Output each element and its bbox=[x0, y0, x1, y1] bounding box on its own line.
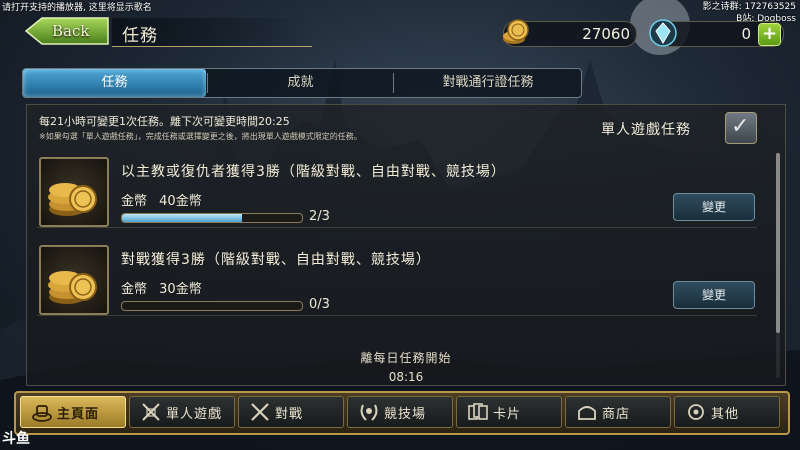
reward-value: 40金幣 bbox=[159, 194, 202, 209]
solo-mission-checkbox[interactable]: ✓ bbox=[725, 112, 757, 144]
reward-label: 金幣 bbox=[121, 194, 148, 209]
progress-fill bbox=[122, 214, 242, 222]
daily-mission-timer: 08:16 bbox=[388, 370, 424, 384]
mission-progress-bar bbox=[121, 301, 303, 311]
nav-arena[interactable]: 競技場 bbox=[347, 396, 453, 428]
mission-reward: 金幣 40金幣 bbox=[121, 190, 202, 209]
home-icon bbox=[32, 405, 52, 422]
tab-divider bbox=[393, 73, 394, 93]
player-song-note: 请打开支持的播放器, 这里将显示歌名 bbox=[2, 3, 152, 13]
gold-counter: 27060 bbox=[503, 19, 637, 47]
tab-missions[interactable]: 任務 bbox=[23, 69, 206, 97]
tab-divider bbox=[207, 73, 208, 93]
game-screen: 请打开支持的播放器, 这里将显示歌名 影之诗群: 172763525 B站: D… bbox=[0, 0, 800, 450]
title-bar: 任務 bbox=[112, 18, 312, 47]
mission-title: 對戰獲得3勝（階級對戰、自由對戰、競技場） bbox=[121, 252, 431, 268]
crystal-value: 0 bbox=[741, 25, 751, 43]
page-title: 任務 bbox=[122, 26, 158, 46]
bottom-nav: 主頁面 單人遊戲 對戰 競技場 卡片 商店 其他 bbox=[14, 391, 790, 435]
nav-solo[interactable]: 單人遊戲 bbox=[129, 396, 235, 428]
nav-label: 競技場 bbox=[384, 407, 427, 422]
gold-coins-icon bbox=[39, 245, 109, 315]
nav-label: 單人遊戲 bbox=[166, 407, 223, 422]
mission-panel: 每21小時可變更1次任務。離下次可變更時間20:25 ※如果勾選「單人遊戲任務」… bbox=[26, 104, 786, 386]
back-button[interactable]: Back bbox=[24, 17, 110, 45]
mission-progress-bar bbox=[121, 213, 303, 223]
scrollbar-thumb[interactable] bbox=[776, 153, 780, 333]
reset-timer-text: 每21小時可變更1次任務。離下次可變更時間20:25 bbox=[39, 115, 290, 128]
check-icon: ✓ bbox=[731, 114, 750, 139]
laurel-icon bbox=[360, 404, 378, 421]
tab-bar: 任務 成就 對戰通行證任務 bbox=[22, 68, 582, 98]
nav-label: 其他 bbox=[711, 407, 740, 422]
stream-logo: 斗鱼 bbox=[2, 431, 30, 447]
mission-progress-count: 0/3 bbox=[309, 297, 330, 312]
tab-battle-pass-missions[interactable]: 對戰通行證任務 bbox=[395, 69, 581, 97]
stream-group-text: 影之诗群: 172763525 bbox=[702, 2, 796, 12]
nav-other[interactable]: 其他 bbox=[674, 396, 780, 428]
crystal-counter: 0 + bbox=[649, 19, 784, 47]
crossed-swords-book-icon bbox=[142, 403, 160, 421]
back-label: Back bbox=[52, 22, 90, 40]
gold-value: 27060 bbox=[582, 25, 630, 43]
change-mission-button[interactable]: 變更 bbox=[673, 281, 755, 309]
reward-label: 金幣 bbox=[121, 282, 148, 297]
crystal-icon bbox=[649, 19, 677, 47]
nav-label: 主頁面 bbox=[57, 407, 100, 422]
mission-row: 以主教或復仇者獲得3勝（階級對戰、自由對戰、競技場） 金幣 40金幣 2/3 變… bbox=[37, 155, 757, 228]
shop-icon bbox=[578, 406, 596, 420]
change-mission-button[interactable]: 變更 bbox=[673, 193, 755, 221]
nav-label: 對戰 bbox=[275, 407, 304, 422]
daily-mission-label: 離每日任務開始 bbox=[360, 351, 452, 365]
nav-label: 商店 bbox=[602, 407, 631, 422]
solo-mission-label: 單人遊戲任務 bbox=[601, 122, 691, 138]
solo-mission-note: ※如果勾選「單人遊戲任務」，完成任務或選擇變更之後，將出現單人遊戲模式限定的任務… bbox=[39, 132, 362, 141]
gold-coin-icon bbox=[503, 19, 529, 44]
nav-shop[interactable]: 商店 bbox=[565, 396, 671, 428]
mission-row: 對戰獲得3勝（階級對戰、自由對戰、競技場） 金幣 30金幣 0/3 變更 bbox=[37, 243, 757, 316]
gold-coins-icon bbox=[39, 157, 109, 227]
mission-reward: 金幣 30金幣 bbox=[121, 278, 202, 297]
nav-label: 卡片 bbox=[493, 407, 522, 422]
nav-cards[interactable]: 卡片 bbox=[456, 396, 562, 428]
cards-icon bbox=[468, 403, 488, 420]
tab-achievements[interactable]: 成就 bbox=[209, 69, 392, 97]
reward-value: 30金幣 bbox=[159, 282, 202, 297]
crossed-swords-icon bbox=[251, 403, 269, 421]
add-crystal-button[interactable]: + bbox=[758, 23, 781, 46]
mission-progress-count: 2/3 bbox=[309, 209, 330, 224]
mission-title: 以主教或復仇者獲得3勝（階級對戰、自由對戰、競技場） bbox=[121, 164, 506, 180]
nav-home[interactable]: 主頁面 bbox=[20, 396, 126, 428]
other-icon bbox=[688, 404, 704, 420]
nav-battle[interactable]: 對戰 bbox=[238, 396, 344, 428]
